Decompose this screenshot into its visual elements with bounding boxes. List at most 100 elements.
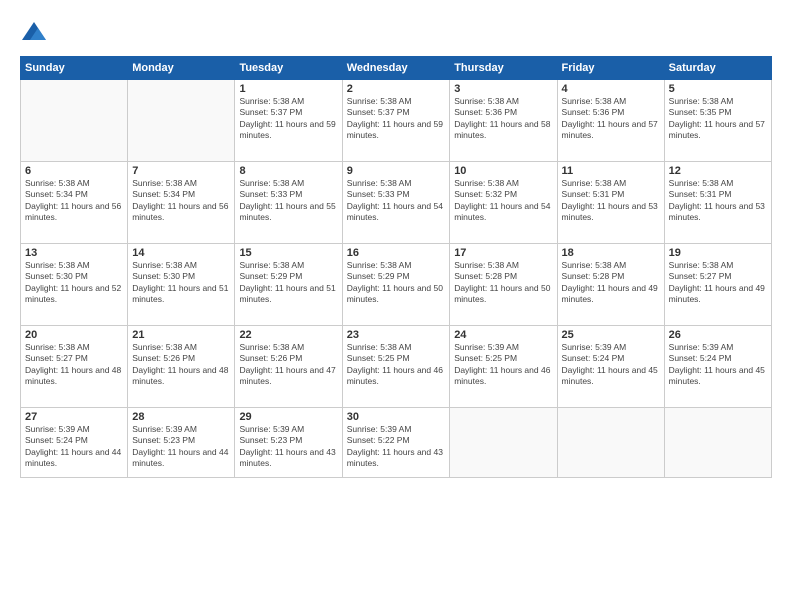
day-info: Sunrise: 5:38 AM Sunset: 5:37 PM Dayligh… bbox=[239, 96, 337, 142]
weekday-header: Friday bbox=[557, 57, 664, 80]
calendar-cell: 1Sunrise: 5:38 AM Sunset: 5:37 PM Daylig… bbox=[235, 80, 342, 162]
calendar-cell: 10Sunrise: 5:38 AM Sunset: 5:32 PM Dayli… bbox=[450, 162, 557, 244]
calendar-cell bbox=[450, 408, 557, 478]
calendar-cell: 12Sunrise: 5:38 AM Sunset: 5:31 PM Dayli… bbox=[664, 162, 771, 244]
calendar-cell: 2Sunrise: 5:38 AM Sunset: 5:37 PM Daylig… bbox=[342, 80, 449, 162]
day-number: 3 bbox=[454, 83, 552, 95]
day-info: Sunrise: 5:38 AM Sunset: 5:27 PM Dayligh… bbox=[669, 260, 767, 306]
day-number: 9 bbox=[347, 165, 445, 177]
day-info: Sunrise: 5:39 AM Sunset: 5:23 PM Dayligh… bbox=[132, 424, 230, 470]
day-info: Sunrise: 5:38 AM Sunset: 5:36 PM Dayligh… bbox=[562, 96, 660, 142]
calendar-cell: 9Sunrise: 5:38 AM Sunset: 5:33 PM Daylig… bbox=[342, 162, 449, 244]
day-number: 17 bbox=[454, 247, 552, 259]
day-number: 5 bbox=[669, 83, 767, 95]
day-info: Sunrise: 5:38 AM Sunset: 5:31 PM Dayligh… bbox=[562, 178, 660, 224]
day-info: Sunrise: 5:39 AM Sunset: 5:22 PM Dayligh… bbox=[347, 424, 445, 470]
calendar-cell bbox=[664, 408, 771, 478]
calendar-cell: 16Sunrise: 5:38 AM Sunset: 5:29 PM Dayli… bbox=[342, 244, 449, 326]
calendar-cell: 20Sunrise: 5:38 AM Sunset: 5:27 PM Dayli… bbox=[21, 326, 128, 408]
calendar-week-row: 20Sunrise: 5:38 AM Sunset: 5:27 PM Dayli… bbox=[21, 326, 772, 408]
day-info: Sunrise: 5:39 AM Sunset: 5:23 PM Dayligh… bbox=[239, 424, 337, 470]
calendar-cell bbox=[557, 408, 664, 478]
weekday-header: Tuesday bbox=[235, 57, 342, 80]
day-info: Sunrise: 5:38 AM Sunset: 5:33 PM Dayligh… bbox=[239, 178, 337, 224]
day-info: Sunrise: 5:38 AM Sunset: 5:27 PM Dayligh… bbox=[25, 342, 123, 388]
calendar-cell: 29Sunrise: 5:39 AM Sunset: 5:23 PM Dayli… bbox=[235, 408, 342, 478]
day-number: 14 bbox=[132, 247, 230, 259]
calendar-table: SundayMondayTuesdayWednesdayThursdayFrid… bbox=[20, 56, 772, 478]
day-info: Sunrise: 5:38 AM Sunset: 5:29 PM Dayligh… bbox=[239, 260, 337, 306]
calendar-cell: 15Sunrise: 5:38 AM Sunset: 5:29 PM Dayli… bbox=[235, 244, 342, 326]
calendar-cell: 26Sunrise: 5:39 AM Sunset: 5:24 PM Dayli… bbox=[664, 326, 771, 408]
day-number: 6 bbox=[25, 165, 123, 177]
calendar-cell: 17Sunrise: 5:38 AM Sunset: 5:28 PM Dayli… bbox=[450, 244, 557, 326]
day-number: 24 bbox=[454, 329, 552, 341]
calendar-cell: 3Sunrise: 5:38 AM Sunset: 5:36 PM Daylig… bbox=[450, 80, 557, 162]
calendar-cell: 28Sunrise: 5:39 AM Sunset: 5:23 PM Dayli… bbox=[128, 408, 235, 478]
calendar-cell: 23Sunrise: 5:38 AM Sunset: 5:25 PM Dayli… bbox=[342, 326, 449, 408]
day-info: Sunrise: 5:38 AM Sunset: 5:29 PM Dayligh… bbox=[347, 260, 445, 306]
day-number: 19 bbox=[669, 247, 767, 259]
calendar-cell: 14Sunrise: 5:38 AM Sunset: 5:30 PM Dayli… bbox=[128, 244, 235, 326]
day-info: Sunrise: 5:38 AM Sunset: 5:28 PM Dayligh… bbox=[562, 260, 660, 306]
day-number: 15 bbox=[239, 247, 337, 259]
day-info: Sunrise: 5:38 AM Sunset: 5:30 PM Dayligh… bbox=[132, 260, 230, 306]
day-number: 8 bbox=[239, 165, 337, 177]
day-number: 18 bbox=[562, 247, 660, 259]
day-info: Sunrise: 5:38 AM Sunset: 5:37 PM Dayligh… bbox=[347, 96, 445, 142]
day-info: Sunrise: 5:39 AM Sunset: 5:24 PM Dayligh… bbox=[25, 424, 123, 470]
calendar-cell: 5Sunrise: 5:38 AM Sunset: 5:35 PM Daylig… bbox=[664, 80, 771, 162]
day-info: Sunrise: 5:38 AM Sunset: 5:30 PM Dayligh… bbox=[25, 260, 123, 306]
day-info: Sunrise: 5:38 AM Sunset: 5:35 PM Dayligh… bbox=[669, 96, 767, 142]
day-info: Sunrise: 5:38 AM Sunset: 5:34 PM Dayligh… bbox=[132, 178, 230, 224]
calendar-cell: 24Sunrise: 5:39 AM Sunset: 5:25 PM Dayli… bbox=[450, 326, 557, 408]
weekday-header: Sunday bbox=[21, 57, 128, 80]
day-info: Sunrise: 5:39 AM Sunset: 5:25 PM Dayligh… bbox=[454, 342, 552, 388]
day-info: Sunrise: 5:38 AM Sunset: 5:36 PM Dayligh… bbox=[454, 96, 552, 142]
calendar-cell: 30Sunrise: 5:39 AM Sunset: 5:22 PM Dayli… bbox=[342, 408, 449, 478]
calendar-cell: 25Sunrise: 5:39 AM Sunset: 5:24 PM Dayli… bbox=[557, 326, 664, 408]
calendar-cell: 18Sunrise: 5:38 AM Sunset: 5:28 PM Dayli… bbox=[557, 244, 664, 326]
day-number: 2 bbox=[347, 83, 445, 95]
day-number: 29 bbox=[239, 411, 337, 423]
day-number: 26 bbox=[669, 329, 767, 341]
weekday-header: Thursday bbox=[450, 57, 557, 80]
day-number: 20 bbox=[25, 329, 123, 341]
weekday-header: Monday bbox=[128, 57, 235, 80]
day-info: Sunrise: 5:39 AM Sunset: 5:24 PM Dayligh… bbox=[562, 342, 660, 388]
day-number: 11 bbox=[562, 165, 660, 177]
calendar-cell: 11Sunrise: 5:38 AM Sunset: 5:31 PM Dayli… bbox=[557, 162, 664, 244]
day-number: 30 bbox=[347, 411, 445, 423]
weekday-header: Saturday bbox=[664, 57, 771, 80]
day-info: Sunrise: 5:38 AM Sunset: 5:25 PM Dayligh… bbox=[347, 342, 445, 388]
day-number: 13 bbox=[25, 247, 123, 259]
day-number: 28 bbox=[132, 411, 230, 423]
calendar-week-row: 27Sunrise: 5:39 AM Sunset: 5:24 PM Dayli… bbox=[21, 408, 772, 478]
day-number: 12 bbox=[669, 165, 767, 177]
day-info: Sunrise: 5:38 AM Sunset: 5:32 PM Dayligh… bbox=[454, 178, 552, 224]
calendar-week-row: 1Sunrise: 5:38 AM Sunset: 5:37 PM Daylig… bbox=[21, 80, 772, 162]
day-number: 4 bbox=[562, 83, 660, 95]
calendar-cell: 4Sunrise: 5:38 AM Sunset: 5:36 PM Daylig… bbox=[557, 80, 664, 162]
calendar-cell bbox=[128, 80, 235, 162]
calendar-cell: 19Sunrise: 5:38 AM Sunset: 5:27 PM Dayli… bbox=[664, 244, 771, 326]
calendar-week-row: 13Sunrise: 5:38 AM Sunset: 5:30 PM Dayli… bbox=[21, 244, 772, 326]
calendar-cell: 22Sunrise: 5:38 AM Sunset: 5:26 PM Dayli… bbox=[235, 326, 342, 408]
day-number: 22 bbox=[239, 329, 337, 341]
calendar-cell: 7Sunrise: 5:38 AM Sunset: 5:34 PM Daylig… bbox=[128, 162, 235, 244]
day-number: 25 bbox=[562, 329, 660, 341]
day-number: 7 bbox=[132, 165, 230, 177]
calendar-cell bbox=[21, 80, 128, 162]
calendar-cell: 6Sunrise: 5:38 AM Sunset: 5:34 PM Daylig… bbox=[21, 162, 128, 244]
day-number: 23 bbox=[347, 329, 445, 341]
day-number: 27 bbox=[25, 411, 123, 423]
day-info: Sunrise: 5:38 AM Sunset: 5:33 PM Dayligh… bbox=[347, 178, 445, 224]
calendar-cell: 8Sunrise: 5:38 AM Sunset: 5:33 PM Daylig… bbox=[235, 162, 342, 244]
calendar-cell: 27Sunrise: 5:39 AM Sunset: 5:24 PM Dayli… bbox=[21, 408, 128, 478]
header bbox=[20, 18, 772, 46]
day-info: Sunrise: 5:38 AM Sunset: 5:26 PM Dayligh… bbox=[239, 342, 337, 388]
day-info: Sunrise: 5:38 AM Sunset: 5:31 PM Dayligh… bbox=[669, 178, 767, 224]
weekday-header: Wednesday bbox=[342, 57, 449, 80]
day-number: 1 bbox=[239, 83, 337, 95]
day-number: 16 bbox=[347, 247, 445, 259]
